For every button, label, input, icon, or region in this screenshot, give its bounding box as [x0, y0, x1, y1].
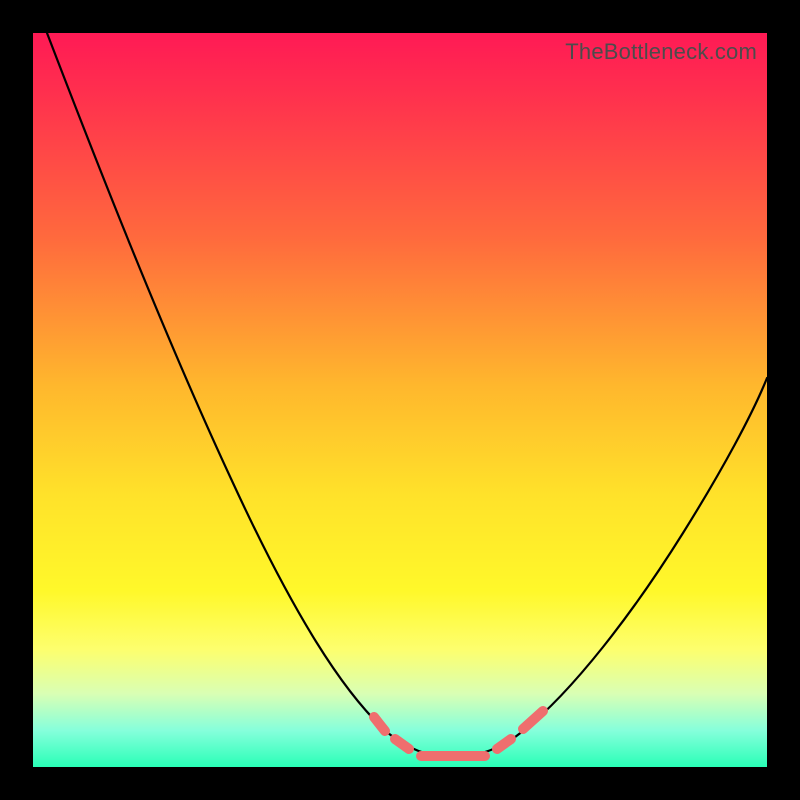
- dash-seg-5: [523, 711, 543, 729]
- dash-seg-4: [497, 739, 511, 749]
- plot-area: TheBottleneck.com: [33, 33, 767, 767]
- dash-seg-2: [395, 739, 409, 749]
- curve-path: [47, 33, 767, 757]
- dash-seg-1: [374, 717, 385, 731]
- chart-frame: TheBottleneck.com: [0, 0, 800, 800]
- bottleneck-curve: [33, 33, 767, 767]
- watermark-text: TheBottleneck.com: [565, 39, 757, 65]
